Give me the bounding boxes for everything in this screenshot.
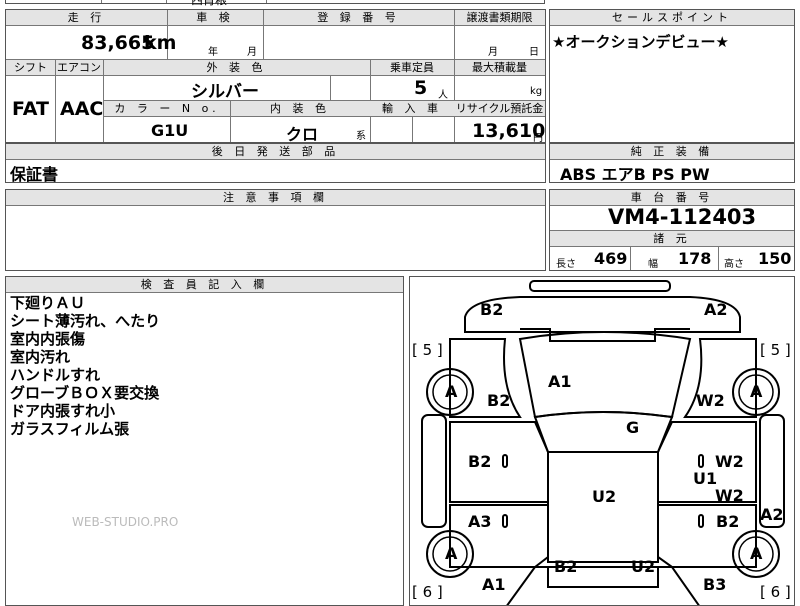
interior-color-value: クロ <box>286 125 319 144</box>
interior-color-header: 内 装 色 <box>230 101 370 117</box>
inspector-note: 下廻りＡＵ <box>10 294 86 312</box>
mark-trunk-right: U2 <box>631 557 656 576</box>
mileage-header: 走 行 <box>6 10 167 26</box>
mark-right-rear-door-low: B2 <box>716 512 740 531</box>
mileage-unit: km <box>144 32 177 54</box>
mark-right-rear-door: W2 <box>715 486 744 505</box>
inspector-note: ドア内張すれ小 <box>10 402 116 420</box>
later-parts-header: 後 日 発 送 部 品 <box>6 144 545 160</box>
mark-front-right-bumper: A2 <box>704 300 728 319</box>
capacity-value: 5 <box>414 77 428 99</box>
chassis-box: 車 台 番 号 VM4-112403 諸 元 長さ 469 幅 178 高さ 1… <box>549 189 795 271</box>
interior-color-suffix: 系 <box>356 131 366 142</box>
caution-box: 注 意 事 項 欄 <box>5 189 546 271</box>
mark-right-quarter: A2 <box>760 505 784 524</box>
mark-trunk-left: B2 <box>554 557 578 576</box>
exterior-color-value: シルバー <box>191 82 259 102</box>
sale-points-header: セールスポイント <box>550 10 794 26</box>
spec-width-label: 幅 <box>648 259 658 270</box>
inspector-box: 検 査 員 記 入 欄 下廻りＡＵ シート薄汚れ、へたり 室内内張傷 室内汚れ … <box>5 276 404 606</box>
tire-depth-rear-left: [ 6 ] <box>412 583 443 601</box>
later-parts-value: 保証書 <box>10 165 59 184</box>
mark-right-fender: W2 <box>696 391 725 410</box>
inspection-year-unit: 年 <box>208 47 218 58</box>
recycle-unit: 円 <box>533 133 543 144</box>
tire-depth-rear-right: [ 6 ] <box>760 583 791 601</box>
watermark: WEB-STUDIO.PRO <box>72 515 179 529</box>
mark-floor: U2 <box>592 487 617 506</box>
mark-hood: A1 <box>548 372 572 391</box>
mark-rear-right: B3 <box>703 575 727 594</box>
spec-width-value: 178 <box>678 249 712 268</box>
genuine-equipment-box: 純 正 装 備 ABS エアB PS PW <box>549 143 795 184</box>
spec-height-value: 150 <box>758 249 792 268</box>
chassis-value: VM4-112403 <box>608 205 757 229</box>
max-load-header: 最大積載量 <box>454 60 545 76</box>
shift-header: シフト <box>6 60 55 76</box>
aircon-value: AAC <box>60 98 104 120</box>
sale-points-text: ★オークションデビュー★ <box>552 33 729 51</box>
inspector-header: 検 査 員 記 入 欄 <box>6 277 403 293</box>
inspector-note: ハンドルすれ <box>10 366 101 384</box>
inspection-month-unit: 月 <box>247 47 257 58</box>
inspection-header: 車 検 <box>167 10 263 26</box>
transfer-day-unit: 日 <box>529 47 539 58</box>
inspector-note: ガラスフィルム張 <box>10 420 130 438</box>
inspector-notes: 下廻りＡＵ シート薄汚れ、へたり 室内内張傷 室内汚れ ハンドルすれ グローブＢ… <box>10 294 160 438</box>
tire-grade-front-right: A <box>750 382 763 401</box>
registration-header: 登 録 番 号 <box>263 10 454 26</box>
genuine-equipment-value: ABS エアB PS PW <box>560 165 710 184</box>
shift-value: FAT <box>12 98 49 120</box>
mark-rear-left: A1 <box>482 575 506 594</box>
tire-grade-front-left: A <box>445 382 458 401</box>
mark-right-sill: U1 <box>693 469 718 488</box>
inspector-note: グローブＢＯＸ要交換 <box>10 384 160 402</box>
tire-depth-front-right: [ 5 ] <box>760 341 791 359</box>
mark-roof: G <box>626 418 640 437</box>
vehicle-info-form: 走 行 車 検 登 録 番 号 譲渡書類期限 83,665 km 年 月 月 日… <box>5 9 546 144</box>
top-strip: 西肖粮 <box>5 0 545 7</box>
import-header: 輸 入 車 <box>370 101 454 117</box>
mark-left-front-door: B2 <box>468 452 492 471</box>
color-no-header: カ ラ ー N o. <box>104 101 230 117</box>
mark-left-fender: B2 <box>487 391 511 410</box>
later-parts-box: 後 日 発 送 部 品 保証書 <box>5 143 546 184</box>
tire-grade-rear-left: A <box>445 544 458 563</box>
specs-header: 諸 元 <box>550 231 794 247</box>
caution-header: 注 意 事 項 欄 <box>6 190 545 206</box>
spec-length-label: 長さ <box>556 259 576 270</box>
mark-left-rear-door: A3 <box>468 512 492 531</box>
exterior-color-header: 外 装 色 <box>103 60 370 76</box>
transfer-month-unit: 月 <box>488 47 498 58</box>
capacity-header: 乗車定員 <box>370 60 454 76</box>
tire-depth-front-left: [ 5 ] <box>412 341 443 359</box>
car-diagram-box: [ 5 ] [ 5 ] [ 6 ] [ 6 ] A A A A B2 A2 A1… <box>409 276 795 606</box>
aircon-header: エアコン <box>55 60 103 76</box>
top-partial-text: 西肖粮 <box>191 0 228 7</box>
spec-length-value: 469 <box>594 249 628 268</box>
inspector-note: 室内内張傷 <box>10 330 86 348</box>
color-no-value: G1U <box>151 121 189 140</box>
inspector-note: シート薄汚れ、へたり <box>10 312 161 330</box>
mark-right-front-door: W2 <box>715 452 744 471</box>
spec-height-label: 高さ <box>724 259 744 270</box>
sale-points-box: セールスポイント ★オークションデビュー★ <box>549 9 795 143</box>
car-outline-diagram <box>421 280 785 605</box>
tire-grade-rear-right: A <box>750 544 763 563</box>
genuine-equipment-header: 純 正 装 備 <box>550 144 794 160</box>
mark-front-left-bumper: B2 <box>480 300 504 319</box>
transfer-header: 譲渡書類期限 <box>454 10 545 26</box>
recycle-header: リサイクル預託金 <box>454 101 545 117</box>
inspector-note: 室内汚れ <box>10 348 71 366</box>
capacity-unit: 人 <box>438 90 448 101</box>
chassis-header: 車 台 番 号 <box>550 190 794 206</box>
max-load-unit: kg <box>530 86 543 97</box>
